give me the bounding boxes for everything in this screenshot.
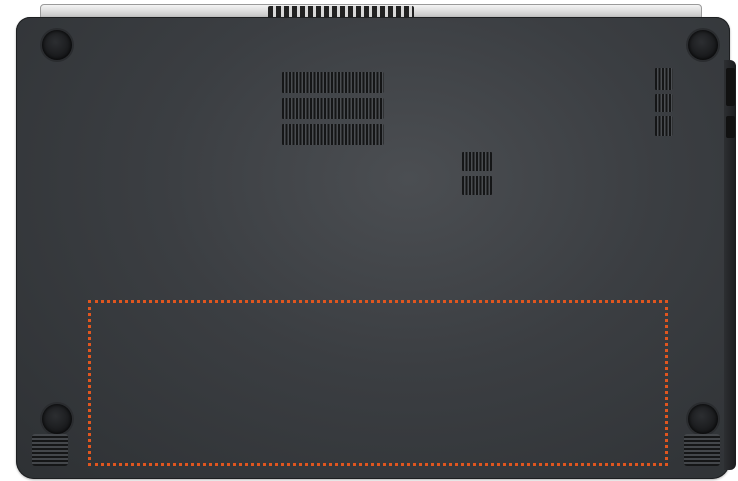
vent-grille-icon <box>462 176 492 195</box>
speaker-grille-icon <box>684 434 720 466</box>
vent-grille-icon <box>282 98 384 119</box>
side-port <box>726 116 735 138</box>
side-port <box>726 68 735 106</box>
vent-grille-icon <box>655 116 673 136</box>
laptop-bottom-view <box>0 0 738 481</box>
rubber-foot-icon <box>42 404 72 434</box>
speaker-grille-icon <box>32 434 68 466</box>
vent-grille-icon <box>282 124 384 145</box>
vent-grille-icon <box>655 94 673 112</box>
vent-grille-icon <box>282 72 384 93</box>
rubber-foot-icon <box>688 404 718 434</box>
rubber-foot-icon <box>688 30 718 60</box>
battery-area-highlight <box>88 300 668 466</box>
vent-grille-icon <box>462 152 492 171</box>
vent-grille-icon <box>655 68 673 90</box>
rubber-foot-icon <box>42 30 72 60</box>
